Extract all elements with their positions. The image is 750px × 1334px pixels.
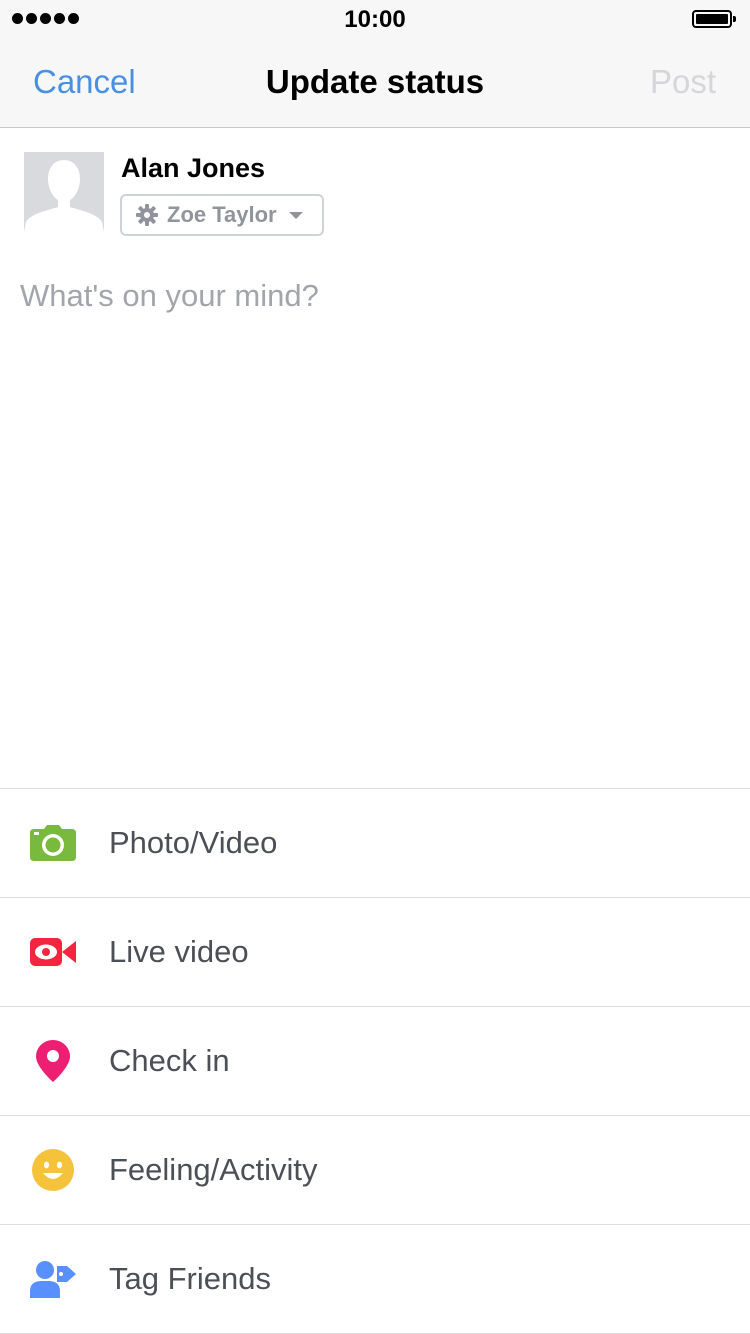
post-options-list: Photo/Video Live video Check in Feeling/… xyxy=(0,788,750,1334)
audience-label: Zoe Taylor xyxy=(167,202,277,227)
option-photo-video[interactable]: Photo/Video xyxy=(0,789,750,898)
location-pin-icon xyxy=(28,1037,78,1085)
battery-icon xyxy=(692,10,738,28)
cancel-button[interactable]: Cancel xyxy=(33,63,136,101)
default-profile-icon xyxy=(24,152,104,232)
option-check-in[interactable]: Check in xyxy=(0,1007,750,1116)
option-label: Photo/Video xyxy=(109,825,278,860)
update-status-screen: 10:00 Update status Cancel Post Alan Jon… xyxy=(0,0,750,1334)
live-video-icon xyxy=(28,928,78,976)
option-tag-friends[interactable]: Tag Friends xyxy=(0,1225,750,1334)
caret-down-icon xyxy=(288,211,303,219)
status-time: 10:00 xyxy=(344,6,406,33)
post-button[interactable]: Post xyxy=(650,63,716,101)
user-name: Alan Jones xyxy=(121,153,266,183)
audience-selector[interactable]: Zoe Taylor xyxy=(120,194,324,236)
option-label: Tag Friends xyxy=(109,1261,271,1296)
option-live-video[interactable]: Live video xyxy=(0,898,750,1007)
smiley-icon xyxy=(28,1146,78,1194)
status-input[interactable] xyxy=(20,270,730,758)
option-feeling-activity[interactable]: Feeling/Activity xyxy=(0,1116,750,1225)
top-bar: 10:00 Update status Cancel Post xyxy=(0,0,750,128)
gear-icon xyxy=(136,204,158,226)
tag-friends-icon xyxy=(28,1255,78,1303)
option-label: Live video xyxy=(109,934,249,969)
avatar xyxy=(24,152,104,232)
option-label: Feeling/Activity xyxy=(109,1152,318,1187)
option-label: Check in xyxy=(109,1043,230,1078)
navigation-bar: Update status Cancel Post xyxy=(0,40,750,128)
status-bar: 10:00 xyxy=(0,0,750,40)
camera-icon xyxy=(28,819,78,867)
